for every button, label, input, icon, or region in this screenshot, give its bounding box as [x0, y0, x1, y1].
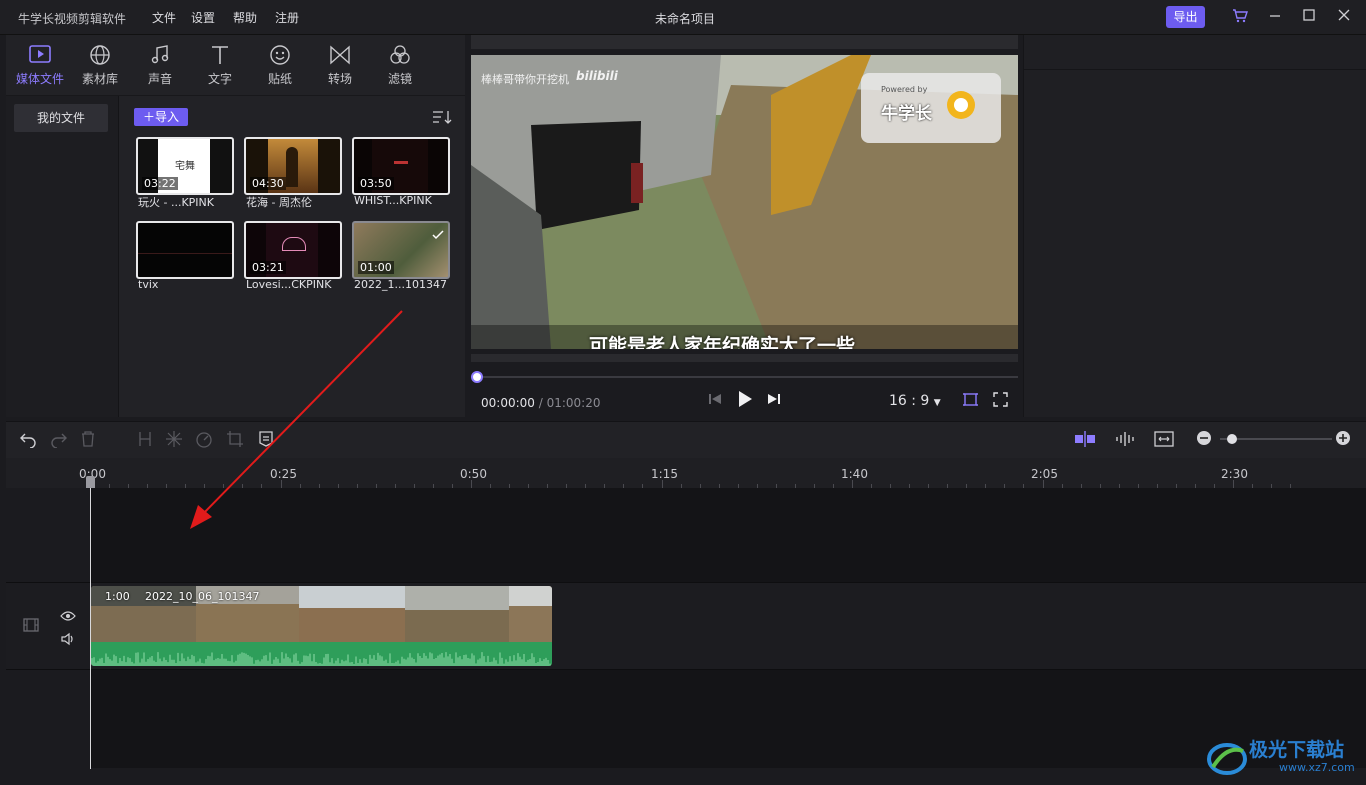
eye-icon[interactable] [60, 607, 76, 626]
next-frame-icon[interactable] [766, 391, 782, 411]
menu-file[interactable]: 文件 [152, 9, 176, 26]
video-watermark: 棒棒哥带你开挖机 [481, 73, 569, 86]
current-time: 00:00:00 [481, 396, 535, 410]
properties-divider [1023, 69, 1366, 70]
site-logo-icon [1207, 743, 1247, 775]
tab-library[interactable]: 素材库 [70, 44, 130, 87]
tick-label: 0:50 [460, 467, 487, 481]
filter-icon [370, 44, 430, 66]
media-icon [10, 44, 70, 66]
video-clip[interactable]: 1:00 2022_10_06_101347 [91, 586, 552, 666]
media-thumb[interactable]: 宅舞 03:22 [136, 137, 234, 195]
zoom-in-icon[interactable] [1335, 430, 1353, 448]
tab-audio[interactable]: 声音 [130, 44, 190, 87]
fullscreen-icon[interactable] [993, 392, 1008, 411]
media-thumb-selected[interactable]: 01:00 [352, 221, 450, 279]
video-preview[interactable]: 棒棒哥带你开挖机 bilibili Powered by 牛学长 可能是老人家年… [471, 55, 1018, 349]
properties-panel [1023, 35, 1366, 417]
sort-icon[interactable] [432, 108, 452, 126]
media-name: Lovesi...CKPINK [246, 278, 332, 291]
total-time: 01:00:20 [546, 396, 601, 410]
preview-bottom-strip [471, 354, 1018, 362]
check-icon [432, 225, 444, 244]
sidebar-item-my-files[interactable]: 我的文件 [14, 104, 108, 132]
tab-sticker[interactable]: 贴纸 [250, 44, 310, 87]
ruler-tick [1042, 480, 1044, 488]
zoom-out-icon[interactable] [1196, 430, 1214, 448]
tab-text[interactable]: 文字 [190, 44, 250, 87]
tab-media-files[interactable]: 媒体文件 [10, 44, 70, 87]
fit-timeline-icon[interactable] [1154, 430, 1174, 448]
project-title: 未命名项目 [655, 12, 716, 26]
menu-help[interactable]: 帮助 [233, 9, 257, 26]
close-icon[interactable] [1335, 8, 1353, 26]
progress-handle[interactable] [471, 371, 483, 383]
media-thumb[interactable]: 03:21 [244, 221, 342, 279]
tab-transition[interactable]: 转场 [310, 44, 370, 87]
film-icon [23, 617, 39, 637]
video-subtitle: 可能是老人家年纪确实大了一些 [589, 335, 856, 349]
audio-wave-icon[interactable] [1114, 430, 1136, 448]
export-button[interactable]: 导出 [1166, 6, 1205, 28]
chevron-down-icon: ▼ [933, 398, 941, 408]
crop-icon[interactable] [962, 391, 979, 412]
media-name: 玩火 - ...KPINK [138, 196, 214, 209]
import-button[interactable]: ＋导入 [134, 108, 188, 126]
playhead-handle[interactable] [86, 476, 95, 488]
tick-label: 2:05 [1031, 467, 1058, 481]
media-thumb[interactable]: 04:30 [244, 137, 342, 195]
music-icon [130, 44, 190, 66]
timecode: 00:00:00 / 01:00:20 [481, 396, 601, 410]
menu-register[interactable]: 注册 [275, 9, 299, 26]
media-name: 花海 - 周杰伦 [246, 196, 312, 209]
globe-icon [70, 44, 130, 66]
brand-watermark: 牛学长 [881, 104, 932, 124]
tick-label: 1:15 [651, 467, 678, 481]
menu-settings[interactable]: 设置 [191, 9, 215, 26]
ruler-tick [661, 480, 663, 488]
media-name: 2022_1...101347 [354, 278, 447, 291]
ruler-tick [852, 480, 853, 488]
powered-by-label: Powered by [881, 85, 928, 94]
maximize-icon[interactable] [1300, 8, 1318, 26]
clip-name: 2022_10_06_101347 [145, 590, 260, 603]
media-name: WHIST...KPINK [354, 194, 432, 207]
zoom-slider-handle[interactable] [1227, 434, 1237, 444]
sticker-icon [250, 44, 310, 66]
snap-icon[interactable] [1073, 430, 1097, 448]
prev-frame-icon[interactable] [707, 391, 723, 411]
media-thumb[interactable] [136, 221, 234, 279]
media-name: tvix [138, 278, 159, 291]
text-icon [190, 44, 250, 66]
play-icon[interactable] [737, 390, 753, 412]
bilibili-logo: bilibili [576, 69, 618, 83]
cart-icon[interactable] [1231, 8, 1249, 26]
ruler-tick [1233, 480, 1234, 488]
split-icon[interactable] [136, 430, 154, 448]
progress-track[interactable] [476, 376, 1018, 378]
undo-icon[interactable] [19, 430, 37, 449]
annotation-arrow [190, 310, 403, 529]
clip-audio-waveform [91, 642, 552, 666]
preview-top-strip [471, 35, 1018, 49]
ruler-tick [471, 480, 472, 488]
plus-icon: ＋ [142, 110, 155, 124]
tick-label: 2:30 [1221, 467, 1248, 481]
tick-label: 1:40 [841, 467, 868, 481]
media-sidebar [6, 96, 119, 417]
app-title: 牛学长视频剪辑软件 [18, 12, 127, 26]
playhead[interactable] [90, 476, 91, 769]
redo-icon[interactable] [50, 430, 68, 449]
media-thumb[interactable]: 03:50 [352, 137, 450, 195]
clip-duration: 1:00 [105, 590, 130, 603]
tab-filter[interactable]: 滤镜 [370, 44, 430, 87]
site-watermark: 极光下载站 www.xz7.com [1205, 733, 1363, 779]
delete-icon[interactable] [79, 430, 97, 448]
minimize-icon[interactable] [1266, 8, 1284, 26]
aspect-ratio-select[interactable]: 16 : 9 ▼ [889, 393, 941, 409]
speaker-icon[interactable] [60, 631, 76, 650]
transition-icon [310, 44, 370, 66]
